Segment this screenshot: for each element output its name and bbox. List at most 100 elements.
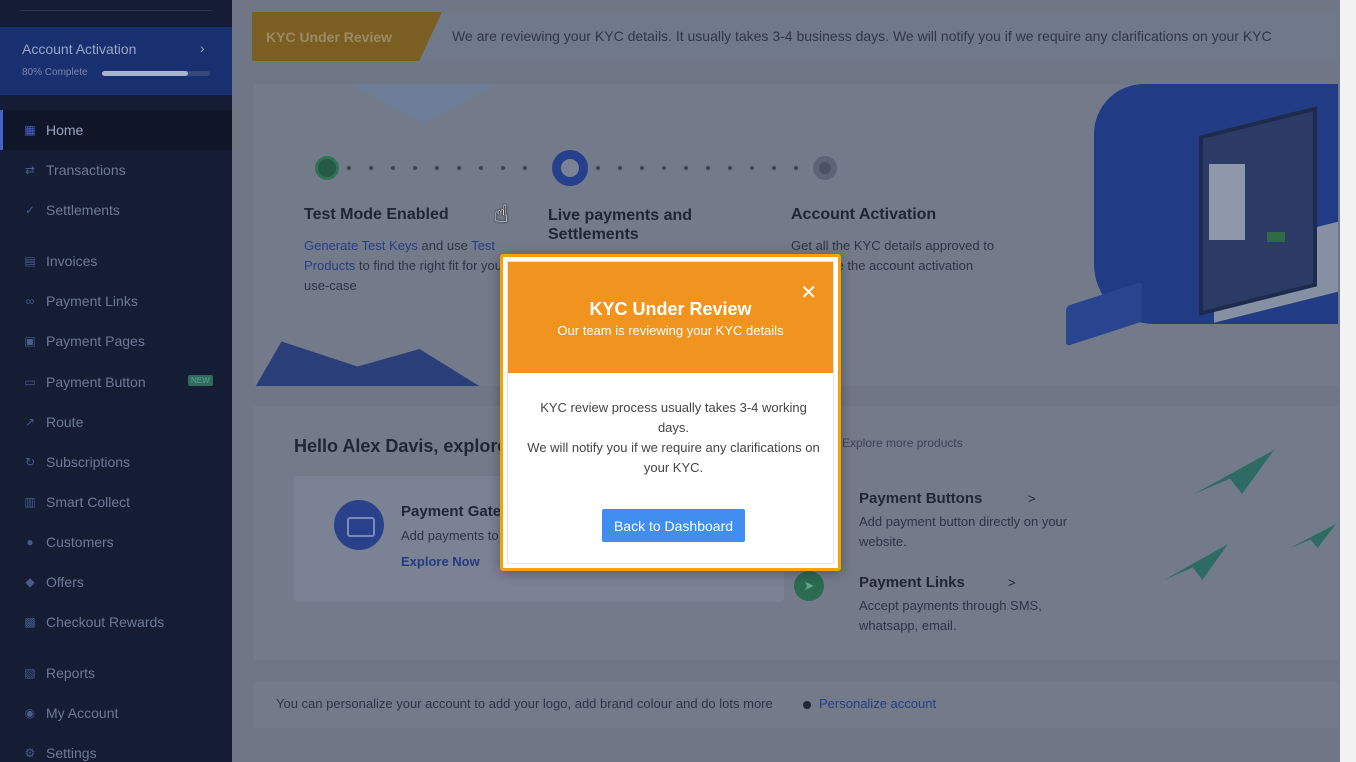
transactions-icon: ⇄	[24, 163, 36, 177]
kyc-banner: KYC Under Review We are reviewing your K…	[252, 12, 1338, 61]
sidebar-item-label: Subscriptions	[46, 454, 131, 470]
sidebar-item-label: Payment Links	[46, 293, 138, 309]
sidebar-item-label: Settlements	[46, 202, 120, 218]
sidebar: Account Activation › 80% Complete ▦ Home…	[0, 0, 232, 762]
chevron-right-icon[interactable]: >	[1028, 491, 1036, 506]
modal-body-line: We will notify you if we require any cla…	[527, 440, 820, 475]
sidebar-item-payment-button[interactable]: ▭ Payment Button NEW	[0, 362, 232, 402]
sidebar-item-label: Payment Pages	[46, 333, 145, 349]
step-title-account-activation: Account Activation	[791, 206, 937, 223]
invoices-icon: ▤	[24, 254, 36, 268]
sidebar-item-checkout-rewards[interactable]: ▩ Checkout Rewards	[0, 602, 232, 642]
customers-icon: ●	[26, 535, 34, 549]
modal-header: ✕ KYC Under Review Our team is reviewing…	[508, 262, 833, 373]
modal-title: KYC Under Review	[589, 299, 752, 319]
explore-more-products-label: Explore more products	[842, 436, 963, 450]
step-title-test-mode: Test Mode Enabled	[304, 206, 449, 223]
step-current-icon	[552, 150, 588, 186]
step-desc-test-mode: Generate Test Keys and use Test Products…	[304, 236, 514, 296]
smart-collect-icon: ▥	[24, 495, 36, 509]
reports-icon: ▧	[24, 666, 36, 680]
sidebar-divider	[20, 10, 212, 11]
decorative-mountain	[254, 341, 484, 386]
step-desc-text: and use	[417, 238, 472, 253]
sidebar-item-label: Reports	[46, 665, 96, 681]
my-account-icon: ◉	[24, 706, 36, 720]
sidebar-item-customers[interactable]: ● Customers	[0, 522, 232, 562]
sidebar-item-label: Smart Collect	[46, 494, 131, 510]
checkout-rewards-icon: ▩	[24, 615, 36, 629]
sidebar-item-smart-collect[interactable]: ▥ Smart Collect	[0, 482, 232, 522]
sidebar-item-label: Route	[46, 414, 84, 430]
sidebar-item-settlements[interactable]: ✓ Settlements	[0, 190, 232, 230]
kyc-banner-text: We are reviewing your KYC details. It us…	[452, 28, 1272, 44]
sidebar-item-payment-pages[interactable]: ▣ Payment Pages	[0, 321, 232, 361]
payment-buttons-title[interactable]: Payment Buttons	[859, 490, 982, 507]
chevron-right-icon[interactable]: >	[1008, 575, 1016, 590]
kyc-banner-tag: KYC Under Review	[252, 12, 442, 61]
sidebar-item-subscriptions[interactable]: ↻ Subscriptions	[0, 442, 232, 482]
payment-button-icon: ▭	[24, 375, 36, 389]
sidebar-item-label: Settings	[46, 745, 97, 761]
sidebar-item-label: My Account	[46, 705, 119, 721]
sidebar-item-transactions[interactable]: ⇄ Transactions	[0, 150, 232, 190]
account-progress-label: 80% Complete	[22, 67, 88, 78]
subscriptions-icon: ↻	[24, 455, 36, 469]
step-complete-icon	[315, 156, 339, 180]
sidebar-item-home[interactable]: ▦ Home	[0, 110, 232, 150]
account-progress-bar	[102, 71, 210, 76]
modal-subtitle: Our team is reviewing your KYC details	[557, 323, 784, 338]
step-connector	[596, 166, 798, 170]
scrollbar[interactable]	[1340, 0, 1356, 762]
personalize-account-link[interactable]: Personalize account	[819, 696, 936, 711]
payment-buttons-desc: Add payment button directly on your webs…	[859, 514, 1068, 549]
account-activation-card[interactable]: Account Activation › 80% Complete	[0, 27, 232, 95]
laptop-screen-panel	[1209, 164, 1245, 240]
step-title-live-payments: Live payments and Settlements	[548, 207, 693, 243]
sidebar-item-offers[interactable]: ◆ Offers	[0, 562, 232, 602]
sidebar-item-label: Transactions	[46, 162, 126, 178]
new-badge: NEW	[188, 375, 213, 386]
step-pending-icon	[813, 156, 837, 180]
hand-cursor-icon: ☝	[494, 201, 509, 228]
payment-links-icon: ∞	[25, 294, 35, 308]
generate-test-keys-link[interactable]: Generate Test Keys	[304, 238, 418, 253]
chevron-right-icon: ›	[200, 40, 205, 56]
payment-links-desc: Accept payments through SMS, whatsapp, e…	[859, 598, 1042, 633]
kyc-banner-tag-label: KYC Under Review	[266, 29, 393, 45]
settings-icon: ⚙	[24, 746, 36, 760]
explore-now-link[interactable]: Explore Now	[401, 554, 480, 569]
sidebar-item-label: Offers	[46, 574, 84, 590]
paper-plane-illustration	[1194, 450, 1274, 494]
sidebar-item-label: Home	[46, 122, 84, 138]
payment-links-title[interactable]: Payment Links	[859, 574, 965, 591]
sidebar-item-label: Customers	[46, 534, 114, 550]
modal-body-line: KYC review process usually takes 3-4 wor…	[540, 400, 807, 435]
laptop-screen-chip	[1267, 232, 1285, 242]
settlements-icon: ✓	[24, 203, 36, 217]
sidebar-item-settings[interactable]: ⚙ Settings	[0, 733, 232, 762]
sidebar-item-invoices[interactable]: ▤ Invoices	[0, 241, 232, 281]
send-icon: ➤	[794, 571, 824, 601]
modal-frame: ✕ KYC Under Review Our team is reviewing…	[507, 261, 834, 564]
sidebar-item-label: Payment Button	[46, 374, 146, 390]
offers-icon: ◆	[25, 575, 35, 589]
sidebar-item-route[interactable]: ↗ Route	[0, 402, 232, 442]
home-icon: ▦	[24, 123, 36, 137]
personalize-text: You can personalize your account to add …	[276, 696, 773, 711]
route-icon: ↗	[24, 415, 36, 429]
sidebar-item-label: Checkout Rewards	[46, 614, 165, 630]
card-icon	[334, 500, 384, 550]
sidebar-item-my-account[interactable]: ◉ My Account	[0, 693, 232, 733]
sidebar-item-payment-links[interactable]: ∞ Payment Links	[0, 281, 232, 321]
paper-plane-illustration	[1164, 544, 1228, 580]
payment-pages-icon: ▣	[24, 334, 36, 348]
back-to-dashboard-button[interactable]: Back to Dashboard	[602, 509, 745, 542]
personalize-bar: You can personalize your account to add …	[254, 682, 1338, 728]
paper-plane-illustration	[1290, 524, 1336, 548]
step-connector	[347, 166, 527, 170]
kyc-review-modal: ✕ KYC Under Review Our team is reviewing…	[500, 254, 841, 571]
sidebar-item-reports[interactable]: ▧ Reports	[0, 653, 232, 693]
modal-body: KYC review process usually takes 3-4 wor…	[526, 398, 821, 478]
account-activation-title: Account Activation	[22, 41, 137, 57]
